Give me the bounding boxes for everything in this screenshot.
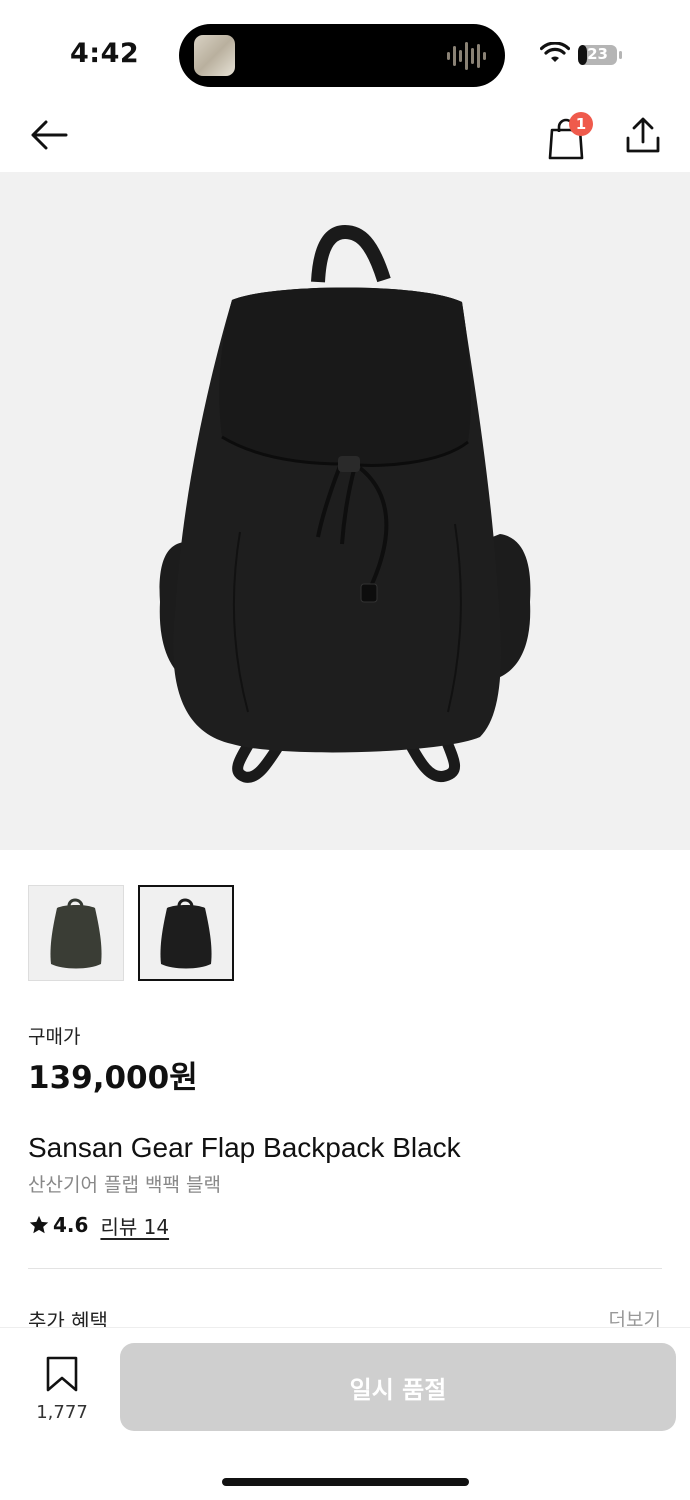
status-bar: 4:42 23 [0, 0, 690, 100]
battery-level: 23 [587, 45, 608, 63]
rating-row: 4.6 리뷰 14 [28, 1210, 169, 1240]
product-image-main[interactable] [0, 172, 690, 850]
product-name: Sansan Gear Flap Backpack Black [28, 1132, 461, 1163]
share-icon [626, 117, 660, 153]
arrow-left-icon [31, 120, 68, 150]
backpack-image [159, 224, 531, 783]
thumbnail-black[interactable] [138, 885, 234, 981]
status-time: 4:42 [70, 38, 140, 69]
now-playing-artwork [194, 35, 235, 76]
top-nav: 1 [0, 100, 690, 170]
audio-wave-icon [447, 42, 486, 70]
price-label: 구매가 [28, 1026, 81, 1048]
home-indicator [222, 1478, 469, 1486]
product-name-korean: 산산기어 플랩 백팩 블랙 [28, 1174, 221, 1196]
bookmark-button[interactable]: 1,777 [30, 1354, 94, 1434]
cart-count-badge: 1 [569, 112, 593, 136]
product-price: 139,000원 [28, 1060, 198, 1096]
review-link[interactable]: 리뷰 14 [100, 1211, 169, 1240]
wifi-icon [540, 42, 570, 62]
thumbnail-olive[interactable] [28, 885, 124, 981]
dynamic-island[interactable] [179, 24, 505, 87]
star-icon [29, 1215, 49, 1234]
battery-indicator: 23 [577, 44, 623, 66]
share-button[interactable] [620, 110, 666, 160]
backpack-thumbnail-olive [50, 898, 102, 969]
bottom-action-bar: 1,777 일시 품절 [0, 1327, 690, 1500]
backpack-thumbnail-black [160, 898, 212, 969]
bookmark-icon [46, 1356, 78, 1392]
rating-value: 4.6 [53, 1213, 89, 1237]
bookmark-count: 1,777 [36, 1402, 88, 1423]
sold-out-button[interactable]: 일시 품절 [120, 1343, 676, 1431]
cart-button[interactable]: 1 [545, 110, 595, 160]
divider [28, 1268, 662, 1269]
back-button[interactable] [26, 112, 72, 158]
